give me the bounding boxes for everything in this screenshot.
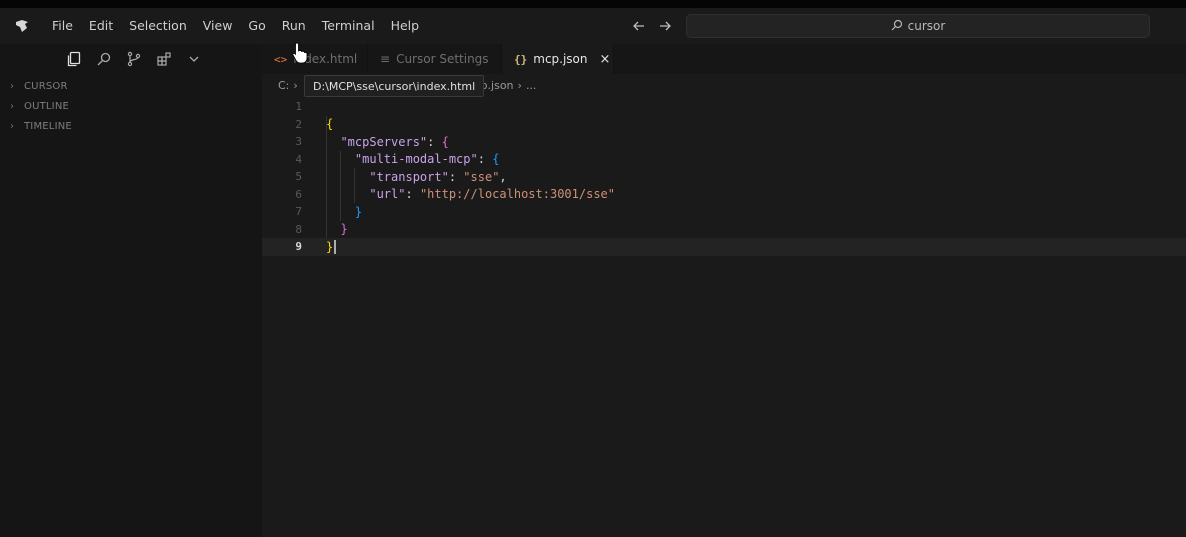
comma: , [499,169,507,184]
menu-selection[interactable]: Selection [121,8,195,44]
breadcrumb: C: › mcp.json › ... D:\MCP\sse\cursor\in… [262,74,1186,97]
code-line: 3 "mcpServers": { [262,133,1186,151]
navigation-arrows [630,8,674,44]
line-text: "transport": "sse", [302,169,507,184]
editor-area: <> index.html × ≡ Cursor Settings {} mcp… [262,44,1186,537]
chevron-right-icon: › [10,120,15,132]
line-text: } [302,222,348,237]
json-file-icon: {} [514,52,528,66]
json-key: "transport" [369,169,449,184]
line-text: } [302,205,362,219]
json-key: "mcpServers" [340,134,428,149]
section-timeline[interactable]: › TIMELINE [0,116,262,136]
explorer-icon[interactable] [62,47,86,71]
colon: : [448,169,464,184]
line-number: 9 [295,240,302,254]
code-line: 2 { [262,116,1186,134]
menu-view[interactable]: View [195,8,241,44]
brace: { [492,152,500,167]
brace: { [441,134,449,149]
close-icon[interactable]: × [600,52,611,67]
code-line: 5 "transport": "sse", [262,168,1186,186]
html-file-icon: <> [274,52,288,66]
cursor-logo-icon[interactable] [0,8,44,44]
breadcrumb-separator: › [293,78,298,92]
arrow-left-icon[interactable] [630,17,648,35]
sidebar: › CURSOR › OUTLINE › TIMELINE [0,44,262,537]
chevron-down-icon[interactable] [182,47,206,71]
brace: } [340,222,348,237]
code-line: 8 } [262,221,1186,239]
json-key: "multi-modal-mcp" [354,152,478,167]
json-string: "sse" [463,169,500,184]
code-line: 1 [262,98,1186,116]
line-number: 1 [295,100,302,114]
tab-mcp-json[interactable]: {} mcp.json × [502,44,614,74]
section-label: OUTLINE [24,100,70,112]
chevron-right-icon: › [10,80,15,92]
window-top-strip [0,0,1186,8]
brace: { [326,117,334,132]
breadcrumb-tail[interactable]: ... [526,79,537,92]
section-label: CURSOR [24,80,68,92]
line-text: "mcpServers": { [302,134,449,149]
line-number: 2 [295,117,302,131]
menu-bar: File Edit Selection View Go Run Terminal… [44,8,427,44]
menu-file[interactable]: File [44,8,81,44]
tab-label: Cursor Settings [396,52,489,66]
json-key: "url" [369,187,406,202]
brace: } [354,204,363,219]
text-caret [334,240,337,254]
settings-file-icon: ≡ [380,52,391,66]
line-number: 8 [295,222,302,236]
line-text: { [302,117,333,131]
tab-label: mcp.json [533,52,588,66]
code-line: 6 "url": "http://localhost:3001/sse" [262,186,1186,204]
code-line-current: 9 } [262,238,1186,256]
mouse-pointer-icon [292,42,308,68]
search-text: cursor [907,19,946,33]
colon: : [477,152,493,167]
section-outline[interactable]: › OUTLINE [0,96,262,116]
breadcrumb-separator: › [517,78,522,92]
path-tooltip: D:\MCP\sse\cursor\index.html [304,75,485,97]
menu-help[interactable]: Help [383,8,428,44]
source-control-icon[interactable] [122,47,146,71]
line-number: 7 [295,205,302,219]
colon: : [405,187,420,202]
line-number: 4 [295,152,302,166]
code-line: 4 "multi-modal-mcp": { [262,151,1186,169]
menu-edit[interactable]: Edit [81,8,121,44]
sidebar-sections: › CURSOR › OUTLINE › TIMELINE [0,76,262,136]
line-number: 6 [295,187,302,201]
search-icon[interactable] [92,47,116,71]
section-label: TIMELINE [24,120,72,132]
line-number: 3 [295,135,302,149]
menu-go[interactable]: Go [240,8,273,44]
line-text: } [302,239,337,254]
section-cursor[interactable]: › CURSOR [0,76,262,96]
search-icon [891,19,903,34]
sidebar-toolbar [0,44,262,74]
chevron-right-icon: › [10,100,15,112]
menu-run[interactable]: Run [274,8,314,44]
extensions-icon[interactable] [152,47,176,71]
json-string: "http://localhost:3001/sse" [419,187,616,202]
line-text: "multi-modal-mcp": { [302,152,500,167]
command-center-search[interactable]: cursor [686,14,1150,38]
tab-cursor-settings[interactable]: ≡ Cursor Settings [368,44,502,74]
code-line: 7 } [262,203,1186,221]
code-editor[interactable]: 1 2 { 3 "mcpServers": { 4 "multi-modal-m… [262,98,1186,256]
brace: } [326,239,334,254]
title-bar: File Edit Selection View Go Run Terminal… [0,8,1186,44]
tab-bar: <> index.html × ≡ Cursor Settings {} mcp… [262,44,1186,74]
breadcrumb-drive[interactable]: C: [278,79,289,92]
line-number: 5 [295,170,302,184]
line-text: "url": "http://localhost:3001/sse" [302,187,615,201]
menu-terminal[interactable]: Terminal [314,8,383,44]
tab-index-html[interactable]: <> index.html × [262,44,380,74]
arrow-right-icon[interactable] [656,17,674,35]
colon: : [427,134,442,149]
